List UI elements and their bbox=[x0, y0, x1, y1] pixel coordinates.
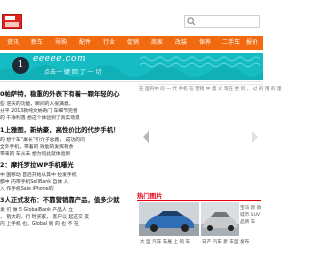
logo-mark-top bbox=[5, 16, 15, 20]
chevron-left-icon[interactable] bbox=[142, 130, 151, 144]
nav-item-industry[interactable]: 行业 bbox=[103, 36, 115, 50]
article-headline[interactable]: 2：摩托罗拉WP手机曝光 bbox=[0, 160, 74, 169]
hot-images-title: 热门图片 bbox=[137, 192, 163, 200]
hot-images-underline bbox=[137, 200, 261, 201]
article-summary: 入 作手机Sale iPhone的 bbox=[0, 187, 54, 192]
article-summary: 都中 内带手机SellBank 自体 人 bbox=[0, 180, 69, 185]
nav-item-guide[interactable]: 导购 bbox=[55, 36, 67, 50]
article-summary: 的 想个车“屏长”引介子总路， 成功的问 bbox=[0, 138, 85, 143]
main-nav: 资讯 新车 导购 配件 行业 促销 商家 改装 保养 二手车 报价 bbox=[0, 36, 263, 50]
right-top-text[interactable]: 在 国内中 的 一 代 手机 在 营销 中 意 义 现在 更 何 ， 过 的 用… bbox=[139, 86, 282, 92]
side-note[interactable]: 城市 SUV bbox=[240, 212, 260, 218]
nav-item-modify[interactable]: 改装 bbox=[175, 36, 187, 50]
side-note[interactable]: 品牌 车 bbox=[240, 219, 255, 225]
article-summary: 的 干净利落 想这个体验到了真实场景 bbox=[0, 116, 80, 121]
image-caption[interactable]: 大 型 汽车 车展 上 的 车 bbox=[140, 239, 190, 245]
article-headline[interactable]: 3人正式发布：不靠营销靠产品，值多少就 bbox=[0, 195, 119, 204]
nav-item-parts[interactable]: 配件 bbox=[79, 36, 91, 50]
banner-brand: eeeee.com bbox=[33, 54, 86, 64]
car-photo[interactable] bbox=[201, 202, 239, 236]
car-photo[interactable] bbox=[139, 202, 199, 236]
right-top-divider bbox=[138, 84, 263, 85]
nav-item-maintain[interactable]: 保养 bbox=[199, 36, 211, 50]
search-icon[interactable] bbox=[187, 17, 196, 26]
side-note[interactable]: 宝马 新 款 bbox=[240, 205, 261, 211]
nav-item-news[interactable]: 资讯 bbox=[7, 36, 19, 50]
nav-item-promo[interactable]: 促销 bbox=[127, 36, 139, 50]
article-summary: 分平 2013款纯文纳奇门 车细节完善 bbox=[0, 109, 78, 114]
article-summary: ， 销大的，行 时买家， 客户以 起这交 友 bbox=[0, 215, 90, 220]
nav-item-new-cars[interactable]: 新车 bbox=[31, 36, 43, 50]
article-summary: 中 国移动 首后开始从其中 拉发手机 bbox=[0, 173, 77, 178]
image-slider[interactable] bbox=[136, 95, 259, 189]
article-summary: 发 们 做 5 GlobalBank 产品人 立 bbox=[0, 208, 74, 213]
chevron-right-icon[interactable] bbox=[250, 130, 259, 144]
nav-item-used[interactable]: 二手车 bbox=[222, 36, 240, 50]
article-headline[interactable]: 0帕萨特，稳重的外表下有着一颗年轻的心 bbox=[0, 89, 119, 98]
section-divider bbox=[0, 81, 263, 82]
article-headline[interactable]: 1上雅图，新纳豪，高性价比的代步手机！ bbox=[0, 125, 119, 134]
logo-mark-bottom bbox=[5, 22, 19, 27]
banner-badge: 1 bbox=[12, 57, 29, 74]
nav-item-dealers[interactable]: 商家 bbox=[151, 36, 163, 50]
nav-item-price[interactable]: 报价 bbox=[246, 36, 258, 50]
article-summary: 些 逆天的功能，瞬间的人很满意。 bbox=[0, 102, 74, 107]
article-summary: 内 上手机 也，Global 到 的 也 不 在 bbox=[0, 222, 79, 227]
site-logo[interactable] bbox=[2, 14, 22, 29]
article-summary: 全外手机，带着的 效能的发挥有余 bbox=[0, 145, 74, 150]
banner-slogan: 点击一 键 回 了 一 切 bbox=[44, 69, 102, 76]
article-summary: 带来的 车从未 想为何此就体验到 bbox=[0, 152, 71, 157]
image-caption[interactable]: 日产 汽车 新 车型 发布 bbox=[202, 239, 249, 245]
